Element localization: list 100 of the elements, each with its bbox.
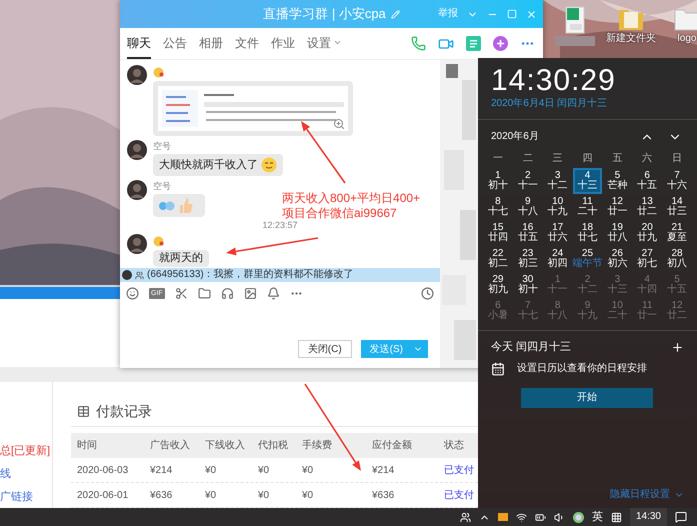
table-cell-text: ¥0 [204, 488, 218, 502]
tab[interactable]: 文件 [235, 28, 259, 59]
weekday-label: 五 [611, 152, 624, 166]
calendar-day[interactable]: 21 夏至 [662, 220, 692, 246]
zoom-icon[interactable] [333, 118, 345, 130]
tray-app-icon[interactable] [498, 513, 508, 521]
calendar-day[interactable]: 14 廿三 [662, 194, 692, 220]
table-cell-text: ¥0 [257, 464, 270, 478]
calendar-day[interactable]: 13 廿二 [632, 194, 662, 220]
calendar-day[interactable]: 28 初八 [662, 246, 692, 272]
calendar-day[interactable]: 29 初九 [483, 272, 513, 298]
volume-icon[interactable] [554, 512, 565, 522]
calendar-day[interactable]: 16 廿五 [512, 220, 543, 246]
calendar-day[interactable]: 25 端午节 [572, 246, 602, 272]
close-button[interactable]: 关闭(C) [298, 340, 352, 358]
calendar-day[interactable]: 4 十三 [572, 168, 602, 194]
battery-icon[interactable] [534, 512, 546, 522]
keyboard-icon[interactable] [610, 512, 622, 522]
tab[interactable]: 相册 [199, 28, 223, 59]
thumbs-up-icon [178, 197, 194, 214]
avatar[interactable] [127, 234, 147, 254]
annotation-line: 两天收入800+平均日400+ [282, 192, 420, 204]
calendar-day[interactable]: 26 初六 [602, 246, 632, 272]
calendar-day[interactable]: 6 十五 [632, 168, 662, 194]
tab[interactable]: 作业 [271, 28, 295, 59]
scissors-icon[interactable] [174, 286, 188, 300]
calendar-day[interactable]: 27 初七 [632, 246, 662, 272]
calendar-day[interactable]: 12 廿一 [602, 194, 632, 220]
column-header: 手续费 [301, 438, 333, 453]
emoji-badge-icon [153, 67, 164, 78]
status-link[interactable]: 已支付 [438, 488, 478, 502]
calendar-day[interactable]: 3 十二 [542, 168, 573, 194]
table-cell-text: 2020-06-01 [76, 488, 130, 502]
history-icon[interactable] [421, 286, 434, 300]
people-icon[interactable] [460, 512, 471, 522]
weekday-label: 四 [581, 152, 594, 166]
tab[interactable]: 聊天 [127, 28, 151, 59]
taskbar-clock[interactable]: 14:30 [630, 508, 667, 526]
calendar-icon [491, 362, 505, 376]
calendar-day[interactable]: 9 十八 [512, 194, 543, 220]
tab[interactable]: 公告 [163, 28, 187, 59]
column-header: 广告收入 [149, 438, 191, 453]
blurred-label [555, 36, 595, 46]
headphones-icon[interactable] [220, 286, 234, 300]
table-cell-text: ¥636 [149, 488, 174, 502]
sidebar-link[interactable]: 总[已更新] [0, 446, 52, 457]
status-link[interactable]: 已支付 [438, 462, 478, 478]
calendar-day[interactable]: 15 廿四 [483, 220, 513, 246]
weekday-label: 六 [641, 152, 654, 166]
input-method-indicator[interactable]: 英 [592, 512, 603, 522]
column-header: 代扣税 [257, 438, 289, 453]
calendar-day[interactable]: 18 廿七 [572, 220, 602, 246]
calendar-day[interactable]: 1 初十 [483, 168, 513, 194]
hide-agenda-link[interactable]: 隐藏日程设置 [610, 490, 670, 500]
annotation-arrow [301, 121, 346, 184]
tray-app-icon[interactable] [572, 512, 584, 522]
bell-icon[interactable] [266, 286, 280, 300]
calendar-day[interactable]: 7 十六 [662, 168, 692, 194]
calendar-day[interactable]: 19 廿八 [602, 220, 632, 246]
calendar-day[interactable]: 22 初二 [483, 246, 513, 272]
wifi-icon[interactable] [516, 512, 527, 522]
add-event-button[interactable] [671, 340, 684, 354]
calendar-day[interactable]: 8 十七 [483, 194, 513, 220]
group-icon [135, 270, 144, 280]
sender-name: 空号 [153, 182, 171, 191]
sidebar-link[interactable]: 广链接 [0, 492, 52, 503]
start-button[interactable]: 开始 [521, 388, 653, 408]
column-header: 应付金额 [371, 438, 413, 453]
calendar-day[interactable]: 20 廿九 [632, 220, 662, 246]
calendar-day[interactable]: 5 芒种 [602, 168, 632, 194]
calendar-day[interactable]: 10 十九 [542, 194, 573, 220]
full-date-link[interactable]: 2020年6月4日 闰四月十三 [491, 98, 684, 110]
calendar-day[interactable]: 2 十一 [512, 168, 543, 194]
spreadsheet-file-icon[interactable] [564, 6, 586, 34]
sidebar-link[interactable]: 线 [0, 469, 52, 480]
image-icon[interactable] [244, 286, 257, 300]
calendar-day[interactable]: 11 二十 [572, 194, 602, 220]
table-icon [77, 404, 90, 418]
calendar-day[interactable]: 30 初十 [512, 272, 543, 298]
calendar-day[interactable]: 23 初三 [512, 246, 543, 272]
calendar-day[interactable]: 17 廿六 [542, 220, 573, 246]
notifications-icon[interactable] [675, 511, 687, 523]
column-header: 时间 [76, 438, 98, 453]
today-label: 今天 闰四月十三 [491, 342, 572, 352]
avatar[interactable] [127, 140, 147, 160]
calendar-day[interactable]: 24 初四 [542, 246, 573, 272]
folder-icon[interactable] [198, 286, 211, 300]
avatar[interactable] [127, 65, 147, 85]
table-cell-text: ¥214 [371, 464, 396, 478]
table-cell-text: ¥214 [149, 464, 174, 478]
agenda-hint: 设置日历以查看你的日程安排 [517, 364, 647, 374]
add-icon[interactable] [493, 36, 508, 51]
emoji-icon[interactable] [126, 286, 139, 300]
desktop-icon-label: logo [678, 34, 696, 44]
message-text: 大顺快就两千收入了 [159, 160, 258, 170]
smiley-emoji-icon [261, 157, 277, 173]
avatar[interactable] [127, 180, 147, 200]
message-timestamp: 12:23:57 [262, 221, 298, 230]
desktop-icon-label: 新建文件夹 [606, 34, 656, 44]
tab[interactable]: 设置 [307, 28, 342, 59]
